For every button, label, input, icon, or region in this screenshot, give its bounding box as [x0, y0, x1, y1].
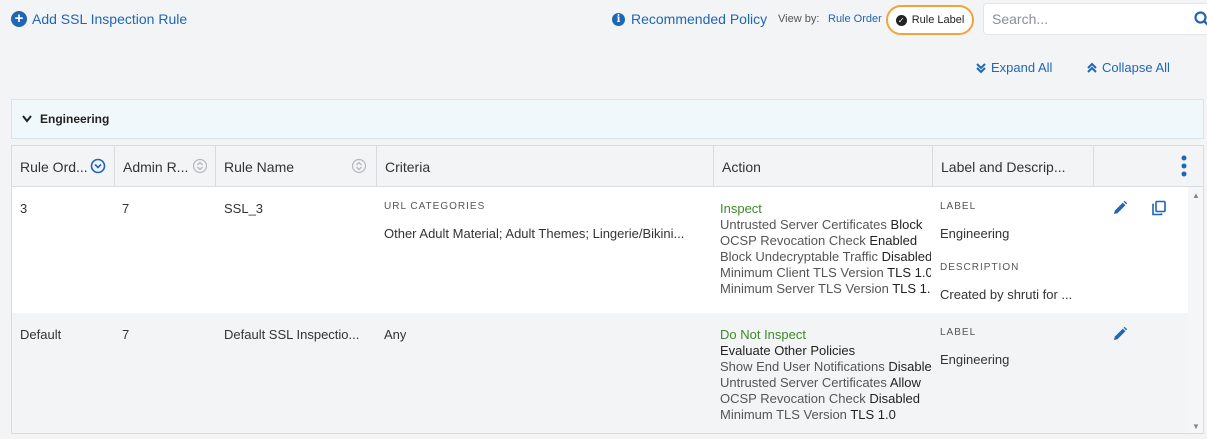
column-header-action[interactable]: Action	[714, 146, 933, 187]
copy-icon[interactable]	[1151, 200, 1167, 216]
column-label: Criteria	[385, 158, 431, 175]
column-options-icon[interactable]	[1180, 155, 1188, 177]
rule-order-cell: Default	[20, 327, 62, 342]
search-icon[interactable]	[1194, 11, 1207, 27]
sort-active-icon[interactable]	[90, 158, 106, 174]
recommended-policy-link[interactable]: i Recommended Policy	[612, 11, 767, 27]
add-rule-label: Add SSL Inspection Rule	[32, 11, 188, 27]
admin-rank-cell: 7	[122, 201, 130, 216]
collapse-all-label: Collapse All	[1102, 60, 1170, 75]
action-line: OCSP Revocation Check Enabled	[720, 233, 918, 248]
action-cell: Do Not Inspect Evaluate Other Policies S…	[720, 327, 931, 423]
collapse-all-button[interactable]: Collapse All	[1086, 60, 1170, 75]
action-title: Inspect	[720, 201, 762, 216]
edit-pencil-icon[interactable]	[1112, 200, 1128, 216]
group-header-engineering[interactable]: Engineering	[11, 99, 1204, 139]
add-circle-icon: +	[11, 11, 27, 27]
rules-table: Rule Ord... Admin R... Rule Name Criteri…	[11, 145, 1204, 434]
label-title: LABEL	[940, 201, 977, 212]
add-ssl-inspection-rule-button[interactable]: + Add SSL Inspection Rule	[11, 11, 187, 27]
action-line: Untrusted Server Certificates Allow	[720, 375, 921, 390]
expand-all-button[interactable]: Expand All	[975, 60, 1052, 75]
table-row[interactable]: Default 7 Default SSL Inspectio... Any D…	[12, 313, 1188, 433]
chevron-down-icon	[22, 115, 32, 123]
rule-name-cell: SSL_3	[224, 201, 264, 216]
view-by-rule-order-option[interactable]: Rule Order	[828, 13, 882, 25]
action-line: Minimum Server TLS Version TLS 1.0	[720, 281, 931, 296]
sort-icon[interactable]	[351, 158, 367, 174]
action-title: Do Not Inspect	[720, 327, 806, 342]
search-box	[983, 3, 1207, 35]
sort-icon[interactable]	[192, 158, 208, 174]
rule-label-option-text: Rule Label	[911, 14, 965, 26]
edit-pencil-icon[interactable]	[1112, 326, 1128, 342]
group-name: Engineering	[40, 112, 110, 126]
action-line: Evaluate Other Policies	[720, 343, 856, 358]
action-line: OCSP Revocation Check Disabled	[720, 391, 920, 406]
rule-order-cell: 3	[20, 201, 28, 216]
top-toolbar: + Add SSL Inspection Rule i Recommended …	[0, 0, 1207, 40]
action-cell: Inspect Untrusted Server Certificates Bl…	[720, 201, 931, 297]
column-label: Rule Name	[224, 158, 295, 175]
info-icon: i	[612, 12, 625, 26]
column-header-criteria[interactable]: Criteria	[377, 146, 714, 187]
table-row[interactable]: 3 7 SSL_3 URL CATEGORIES Other Adult Mat…	[12, 187, 1188, 313]
label-value: Engineering	[940, 226, 1010, 241]
scroll-up-arrow-icon[interactable]: ▲	[1192, 191, 1200, 200]
description-title: DESCRIPTION	[940, 262, 1020, 273]
column-header-label-and-description[interactable]: Label and Descrip...	[933, 146, 1094, 187]
column-label: Label and Descrip...	[941, 158, 1066, 175]
column-label: Rule Ord...	[20, 158, 88, 175]
action-line: Show End User Notifications Disabled	[720, 359, 931, 374]
double-chevron-down-icon	[976, 62, 986, 73]
action-line: Minimum Client TLS Version TLS 1.0	[720, 265, 931, 280]
admin-rank-cell: 7	[122, 327, 130, 342]
double-chevron-up-icon	[1087, 62, 1097, 73]
column-label: Action	[722, 158, 761, 175]
action-line: Minimum TLS Version TLS 1.0	[720, 407, 896, 422]
criteria-title: URL CATEGORIES	[384, 201, 486, 212]
description-value: Created by shruti for ...	[940, 287, 1073, 302]
view-by-label: View by:	[778, 13, 820, 25]
vertical-scrollbar[interactable]: ▲ ▼	[1188, 187, 1203, 433]
criteria-value: Other Adult Material; Adult Themes; Ling…	[384, 226, 685, 241]
criteria-value: Any	[384, 327, 407, 342]
scroll-down-arrow-icon[interactable]: ▼	[1192, 422, 1200, 431]
action-line: Block Undecryptable Traffic Disabled	[720, 249, 931, 264]
action-line: Untrusted Server Certificates Block	[720, 217, 923, 232]
column-label: Admin R...	[123, 158, 189, 175]
expand-all-label: Expand All	[991, 60, 1053, 75]
search-input[interactable]	[992, 11, 1182, 27]
check-circle-icon: ✓	[895, 14, 907, 26]
rule-name-cell: Default SSL Inspectio...	[224, 327, 360, 342]
recommended-policy-label: Recommended Policy	[631, 11, 768, 27]
label-title: LABEL	[940, 327, 977, 338]
view-by-rule-label-option[interactable]: ✓ Rule Label	[886, 5, 974, 35]
table-header: Rule Ord... Admin R... Rule Name Criteri…	[12, 146, 1203, 187]
label-value: Engineering	[940, 352, 1010, 367]
